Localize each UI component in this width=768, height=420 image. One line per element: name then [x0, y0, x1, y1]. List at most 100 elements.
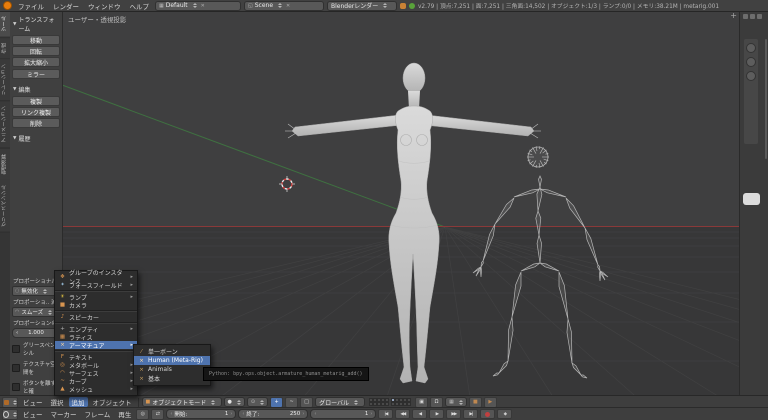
unlink-icon[interactable]: ✕ — [201, 3, 205, 9]
panel-header-history[interactable]: ▼ 履歴 — [13, 134, 60, 143]
menu-item-speaker[interactable]: ♪ スピーカー — [55, 313, 137, 322]
menu-object[interactable]: オブジェクト — [90, 397, 135, 407]
dropdown-arrows-icon — [354, 399, 359, 405]
viewport-3d[interactable]: ユーザー・透視投影 + — [62, 11, 740, 396]
menu-item-lamp[interactable]: ☀ ランプ ▸ — [55, 293, 137, 302]
tab-tools[interactable]: ツール — [0, 11, 10, 38]
panel-header-transform[interactable]: ▼ トランスフォーム — [13, 15, 60, 33]
tab-relations[interactable]: リレーション — [0, 59, 10, 102]
stepper-left-icon[interactable]: ‹ — [242, 411, 244, 417]
jump-to-start-button[interactable]: |◀ — [378, 409, 394, 419]
scale-manipulator-toggle[interactable]: □ — [300, 396, 314, 408]
panel-header-edit[interactable]: ▼ 編集 — [13, 85, 60, 94]
menu-view[interactable]: ビュー — [20, 409, 46, 419]
opengl-render-anim-button[interactable]: ▶ — [483, 396, 497, 408]
round-button-icon[interactable] — [746, 43, 756, 53]
menu-item-camera[interactable]: ■ カメラ — [55, 301, 137, 310]
screen-layout-dropdown[interactable]: ▦ Default ✕ — [155, 0, 241, 11]
shading-dropdown[interactable]: ● — [223, 397, 245, 407]
dropdown-arrows-icon — [278, 3, 283, 8]
properties-tab-icons[interactable] — [743, 14, 762, 19]
menu-item-armature[interactable]: × アーマチュア ▸ — [55, 341, 137, 350]
layer-cell[interactable] — [385, 402, 390, 406]
editor-type-dropdown[interactable] — [2, 396, 18, 408]
stepper-left-icon[interactable]: ‹ — [16, 330, 18, 336]
play-reverse-button[interactable]: ◀ — [412, 409, 428, 419]
next-keyframe-button[interactable]: ▶▶ — [446, 409, 462, 419]
menu-select[interactable]: 選択 — [48, 397, 67, 407]
submenu-item-basic[interactable]: × 基本 ▸ — [134, 374, 210, 384]
delete-button[interactable]: 削除 — [12, 118, 60, 128]
menu-item-force-field[interactable]: ✦ フォースフィールド ▸ — [55, 281, 137, 290]
menu-help[interactable]: ヘルプ — [127, 1, 153, 11]
sync-toggle[interactable]: ⇄ — [151, 408, 165, 420]
current-frame-field[interactable]: ‹ 1 › — [310, 409, 377, 419]
menu-view[interactable]: ビュー — [20, 397, 46, 407]
frame-start-field[interactable]: ‹ 開始: 1 › — [166, 409, 237, 419]
layers-grid[interactable] — [369, 398, 412, 406]
menu-add[interactable]: 追加 — [68, 397, 88, 407]
menu-item-surface[interactable]: ◠ サーフェス ▸ — [55, 369, 137, 378]
translate-manipulator-toggle[interactable]: + — [270, 396, 284, 408]
release-confirms-checkbox[interactable] — [12, 383, 20, 391]
translate-button[interactable]: 移動 — [12, 35, 60, 45]
mirror-button[interactable]: ミラー — [12, 69, 60, 79]
stepper-left-icon[interactable]: ‹ — [170, 411, 172, 417]
menu-file[interactable]: ファイル — [15, 1, 47, 11]
auto-keyframe-button[interactable] — [480, 409, 496, 419]
jump-to-end-button[interactable]: ▶| — [463, 409, 479, 419]
editor-type-dropdown[interactable] — [2, 408, 18, 420]
mode-dropdown[interactable]: ■ オブジェクトモード — [141, 397, 222, 407]
stepper-right-icon[interactable]: › — [370, 411, 372, 417]
menu-marker[interactable]: マーカー — [48, 409, 80, 419]
tab-create[interactable]: 作成 — [0, 37, 10, 60]
scene-dropdown[interactable]: ◱ Scene ✕ — [244, 0, 324, 11]
layer-cell[interactable] — [407, 402, 412, 406]
stepper-right-icon[interactable]: › — [302, 411, 304, 417]
unlink-icon[interactable]: ✕ — [286, 3, 290, 9]
scrollbar[interactable] — [765, 39, 767, 159]
duplicate-linked-button[interactable]: リンク複製 — [12, 107, 60, 117]
render-engine-dropdown[interactable]: Blenderレンダー — [327, 0, 397, 11]
preview-swatch[interactable] — [743, 193, 760, 205]
proportional-size-slider[interactable]: ‹ 1.000 › — [12, 328, 60, 338]
submenu-item-human-metarig[interactable]: × Human (Meta-Rig) — [134, 356, 210, 365]
stepper-right-icon[interactable]: › — [230, 411, 232, 417]
lock-toggle[interactable]: ▣ — [415, 396, 429, 408]
stepper-left-icon[interactable]: ‹ — [314, 411, 316, 417]
tab-grease-pencil[interactable]: グリースペンシル — [0, 180, 10, 234]
falloff-dropdown[interactable]: ◠ スムーズ — [12, 307, 60, 317]
prev-keyframe-button[interactable]: ◀◀ — [395, 409, 411, 419]
menu-render[interactable]: レンダー — [50, 1, 82, 11]
opengl-render-still-button[interactable]: ■ — [468, 396, 482, 408]
menu-playback[interactable]: 再生 — [115, 409, 134, 419]
keying-set-button[interactable]: ◆ — [497, 409, 513, 419]
snap-element-dropdown[interactable]: ▦ — [445, 397, 467, 407]
menu-item-curve[interactable]: ~ カーブ ▸ — [55, 377, 137, 386]
rotate-manipulator-toggle[interactable]: ~ — [285, 396, 299, 408]
pivot-dropdown[interactable]: ⊙ — [246, 397, 269, 407]
proportional-value: 無効化 — [21, 289, 38, 295]
play-button[interactable]: ▶ — [429, 409, 445, 419]
preview-range-toggle[interactable]: ◎ — [136, 408, 150, 420]
duplicate-button[interactable]: 複製 — [12, 96, 60, 106]
grease-pencil-checkbox[interactable] — [12, 345, 20, 353]
submenu-item-single-bone[interactable]: ⁄ 単一ボーン — [134, 347, 210, 357]
texture-space-checkbox[interactable] — [12, 364, 20, 372]
submenu-item-animals[interactable]: × Animals ▸ — [134, 365, 210, 374]
round-button-icon[interactable] — [746, 57, 756, 67]
frame-end-field[interactable]: ‹ 終了: 250 › — [238, 409, 309, 419]
tab-animation[interactable]: アニメーション — [0, 101, 10, 149]
menu-item-mesh[interactable]: ▲ メッシュ ▸ — [55, 385, 137, 394]
open-properties-region-button[interactable]: + — [730, 12, 737, 20]
orientation-dropdown[interactable]: グローバル — [315, 397, 366, 407]
menu-item-empty[interactable]: + エンプティ ▸ — [55, 325, 137, 334]
menu-window[interactable]: ウィンドウ — [85, 1, 124, 11]
tab-physics[interactable]: 物理演算 — [0, 148, 10, 181]
proportional-dropdown[interactable]: ◌ 無効化 — [12, 286, 60, 296]
scale-button[interactable]: 拡大縮小 — [12, 57, 60, 67]
rotate-button[interactable]: 回転 — [12, 46, 60, 56]
snap-toggle[interactable]: Ω — [430, 396, 444, 408]
round-button-icon[interactable] — [746, 71, 756, 81]
menu-frame[interactable]: フレーム — [82, 409, 114, 419]
